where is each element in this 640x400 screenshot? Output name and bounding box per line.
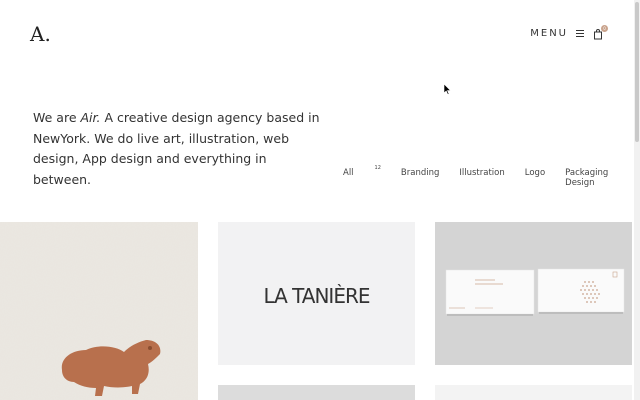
scrollbar-thumb[interactable]	[635, 2, 639, 142]
sheep-illustration	[0, 222, 198, 400]
intro-prefix: We are	[33, 110, 81, 125]
portfolio-filters: All 12 Branding Illustration Logo Packagi…	[343, 165, 640, 188]
filter-packaging-design[interactable]: Packaging Design	[565, 168, 620, 188]
cart-count-badge: 0	[601, 24, 608, 32]
intro-brand: Air.	[80, 110, 101, 125]
portfolio-item-business-cards[interactable]	[435, 222, 632, 365]
scrollbar[interactable]	[634, 0, 640, 400]
mouse-cursor-icon	[443, 81, 452, 100]
portfolio-item-5[interactable]	[435, 385, 632, 400]
portfolio-item-la-taniere[interactable]: LA TANIÈRE	[218, 222, 415, 365]
la-taniere-logo: LA TANIÈRE	[263, 284, 370, 308]
filter-all[interactable]: All 12	[343, 165, 381, 188]
site-header: A. MENU 0	[0, 0, 640, 70]
intro-text: We are Air. A creative design agency bas…	[33, 108, 328, 190]
menu-button-label[interactable]: MENU	[530, 28, 568, 39]
portfolio-item-sheep[interactable]	[0, 222, 198, 400]
portfolio-item-4[interactable]	[218, 385, 415, 400]
filter-all-count: 12	[374, 165, 381, 171]
filter-branding[interactable]: Branding	[401, 168, 439, 188]
menu-area: MENU 0	[530, 24, 608, 39]
filter-illustration[interactable]: Illustration	[459, 168, 504, 188]
cart-icon[interactable]: 0	[593, 24, 608, 39]
business-cards-image	[435, 222, 632, 365]
hamburger-icon[interactable]	[576, 29, 584, 38]
logo[interactable]: A.	[30, 22, 51, 46]
filter-logo[interactable]: Logo	[525, 168, 545, 188]
